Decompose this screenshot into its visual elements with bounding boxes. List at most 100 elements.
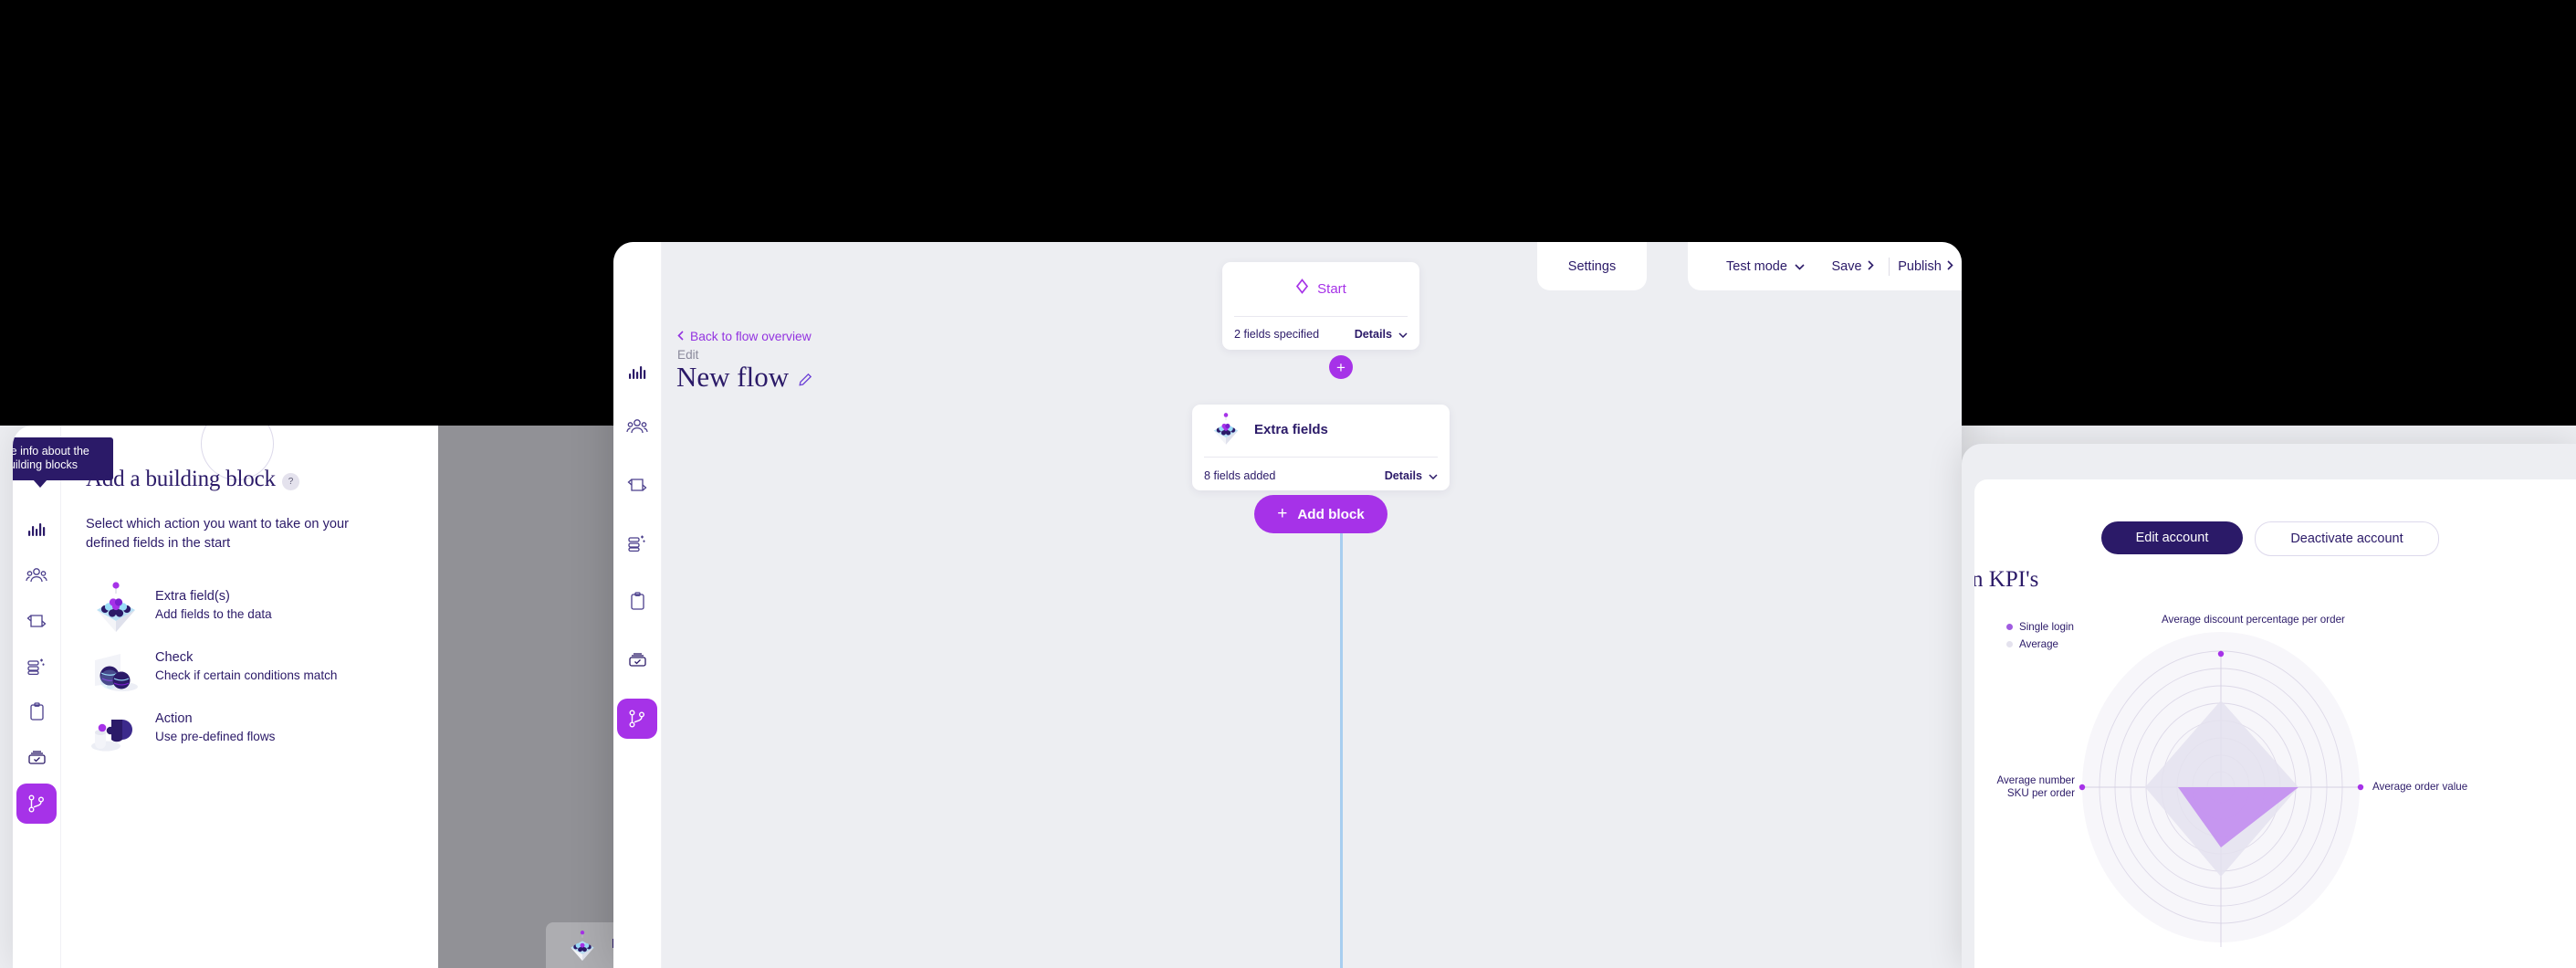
- flow-title: New flow: [676, 361, 812, 394]
- flow-title-text: New flow: [676, 361, 790, 393]
- start-node-title: Start: [1317, 280, 1346, 297]
- list-item-desc: Add fields to the data: [155, 607, 272, 621]
- extra-fields-icon: [1207, 412, 1245, 448]
- flows-icon: [627, 709, 647, 729]
- divider: [1234, 316, 1408, 317]
- legend-label: Average: [2019, 638, 2058, 650]
- chart-legend: Single login Average: [2006, 618, 2074, 653]
- list-item[interactable]: Check Check if certain conditions match: [86, 642, 433, 700]
- edit-pencil-icon[interactable]: [799, 361, 812, 394]
- flow-node-extra-fields[interactable]: Extra fields 8 fields added Details: [1192, 405, 1450, 490]
- list-item-desc: Use pre-defined flows: [155, 730, 276, 743]
- divider: [1204, 457, 1438, 458]
- flow-editor-window: Settings Test mode Save Publish Back to …: [613, 242, 1962, 968]
- sidebar-item-flows[interactable]: [16, 784, 57, 824]
- tasks-icon: [627, 651, 648, 669]
- breadcrumb: Edit: [677, 348, 699, 362]
- list-item-title: Action: [155, 711, 193, 726]
- clipboard-icon: [629, 592, 646, 612]
- add-node-plus-button[interactable]: +: [1329, 355, 1353, 379]
- sidebar-item-data[interactable]: [617, 523, 657, 563]
- add-building-block-panel: More info about the building blocks Add …: [13, 426, 438, 968]
- page-title: Add a building block: [86, 467, 276, 491]
- list-item-desc: Check if certain conditions match: [155, 668, 338, 682]
- chevron-down-icon: [1795, 260, 1805, 273]
- chevron-down-icon: [1398, 328, 1408, 341]
- action-icon: [86, 703, 146, 760]
- details-label: Details: [1384, 469, 1422, 482]
- radar-axis-label-left: Average number SKU per order: [1996, 774, 2075, 799]
- list-item[interactable]: Extra field(s) Add fields to the data: [86, 581, 433, 638]
- list-item-text: Check Check if certain conditions match: [155, 649, 337, 684]
- account-panel: Edit account Deactivate account ain KPI'…: [1962, 444, 2576, 968]
- list-item-title: Check: [155, 650, 194, 665]
- back-link-label: Back to flow overview: [690, 330, 812, 343]
- sidebar-item-tasks[interactable]: [617, 640, 657, 680]
- screen: More info about the building blocks Add …: [0, 0, 2576, 968]
- radar-chart: [2079, 632, 2364, 947]
- audience-icon: [26, 565, 47, 585]
- sidebar-item-campaign[interactable]: [617, 465, 657, 505]
- sidebar-item-analytics[interactable]: [617, 352, 657, 393]
- analytics-icon: [627, 363, 647, 383]
- analytics-icon: [26, 520, 47, 540]
- extra-fields-node-title: Extra fields: [1254, 422, 1328, 437]
- chevron-right-icon: [1947, 259, 1953, 274]
- left-panel-body: More info about the building blocks Add …: [13, 426, 438, 968]
- extra-fields-icon: [564, 930, 601, 964]
- sidebar-item-campaign[interactable]: [16, 601, 57, 641]
- audience-icon: [626, 416, 648, 437]
- legend-item: Single login: [2006, 618, 2074, 636]
- chevron-left-icon: [677, 330, 684, 343]
- sidebar-item-flows[interactable]: [617, 699, 657, 739]
- list-item-text: Extra field(s) Add fields to the data: [155, 588, 272, 623]
- start-node-footer: 2 fields specified Details: [1234, 328, 1408, 341]
- extra-fields-details-button[interactable]: Details: [1385, 469, 1438, 482]
- sidebar-item-tasks[interactable]: [16, 738, 57, 778]
- extra-fields-node-footer: 8 fields added Details: [1204, 469, 1438, 482]
- help-icon[interactable]: ?: [282, 473, 299, 490]
- clipboard-icon: [28, 702, 46, 722]
- sidebar-item-analytics[interactable]: [16, 510, 57, 550]
- sidebar-item-clipboard[interactable]: [16, 692, 57, 732]
- plus-icon: +: [1277, 504, 1288, 523]
- sidebar-item-data[interactable]: [16, 647, 57, 687]
- sidebar-item-clipboard[interactable]: [617, 582, 657, 622]
- settings-label: Settings: [1567, 258, 1617, 274]
- list-item-text: Action Use pre-defined flows: [155, 710, 275, 745]
- save-publish-group: Save Publish: [1817, 242, 1962, 290]
- list-item[interactable]: Action Use pre-defined flows: [86, 703, 433, 761]
- data-icon: [26, 657, 47, 677]
- sidebar-item-audience[interactable]: [617, 406, 657, 447]
- check-icon: [86, 642, 146, 699]
- edit-account-button[interactable]: Edit account: [2101, 521, 2243, 554]
- panel-subtitle: Select which action you want to take on …: [86, 517, 349, 551]
- flow-connector-line: [1340, 499, 1343, 968]
- publish-button[interactable]: Publish: [1890, 242, 1962, 290]
- start-details-button[interactable]: Details: [1355, 328, 1408, 341]
- chevron-down-icon: [1429, 469, 1438, 482]
- campaign-icon: [26, 612, 47, 630]
- extra-fields-icon: [86, 581, 146, 637]
- legend-dot-icon: [2006, 624, 2013, 630]
- radar-axis-label-right: Average order value: [2372, 781, 2468, 793]
- deactivate-account-button[interactable]: Deactivate account: [2255, 521, 2439, 556]
- start-node-meta: 2 fields specified: [1234, 328, 1320, 341]
- extra-fields-node-meta: 8 fields added: [1204, 469, 1276, 482]
- settings-button[interactable]: Settings: [1537, 242, 1647, 290]
- details-label: Details: [1354, 328, 1392, 341]
- radar-axis-label-top: Average discount percentage per order: [2162, 614, 2345, 626]
- sidebar-item-audience[interactable]: [16, 555, 57, 595]
- back-to-flow-overview-link-real[interactable]: Back to flow overview: [677, 330, 812, 343]
- add-block-button[interactable]: + Add block: [1254, 495, 1387, 533]
- diamond-icon: [1295, 279, 1309, 299]
- add-block-label: Add block: [1297, 506, 1365, 522]
- legend-item: Average: [2006, 636, 2074, 653]
- publish-label: Publish: [1898, 258, 1942, 274]
- test-mode-label: Test mode: [1726, 258, 1787, 274]
- legend-dot-icon: [2006, 641, 2013, 647]
- legend-label: Single login: [2019, 621, 2074, 633]
- flow-node-start[interactable]: Start 2 fields specified Details: [1222, 262, 1419, 350]
- save-button[interactable]: Save: [1817, 242, 1889, 290]
- tasks-icon: [26, 749, 47, 767]
